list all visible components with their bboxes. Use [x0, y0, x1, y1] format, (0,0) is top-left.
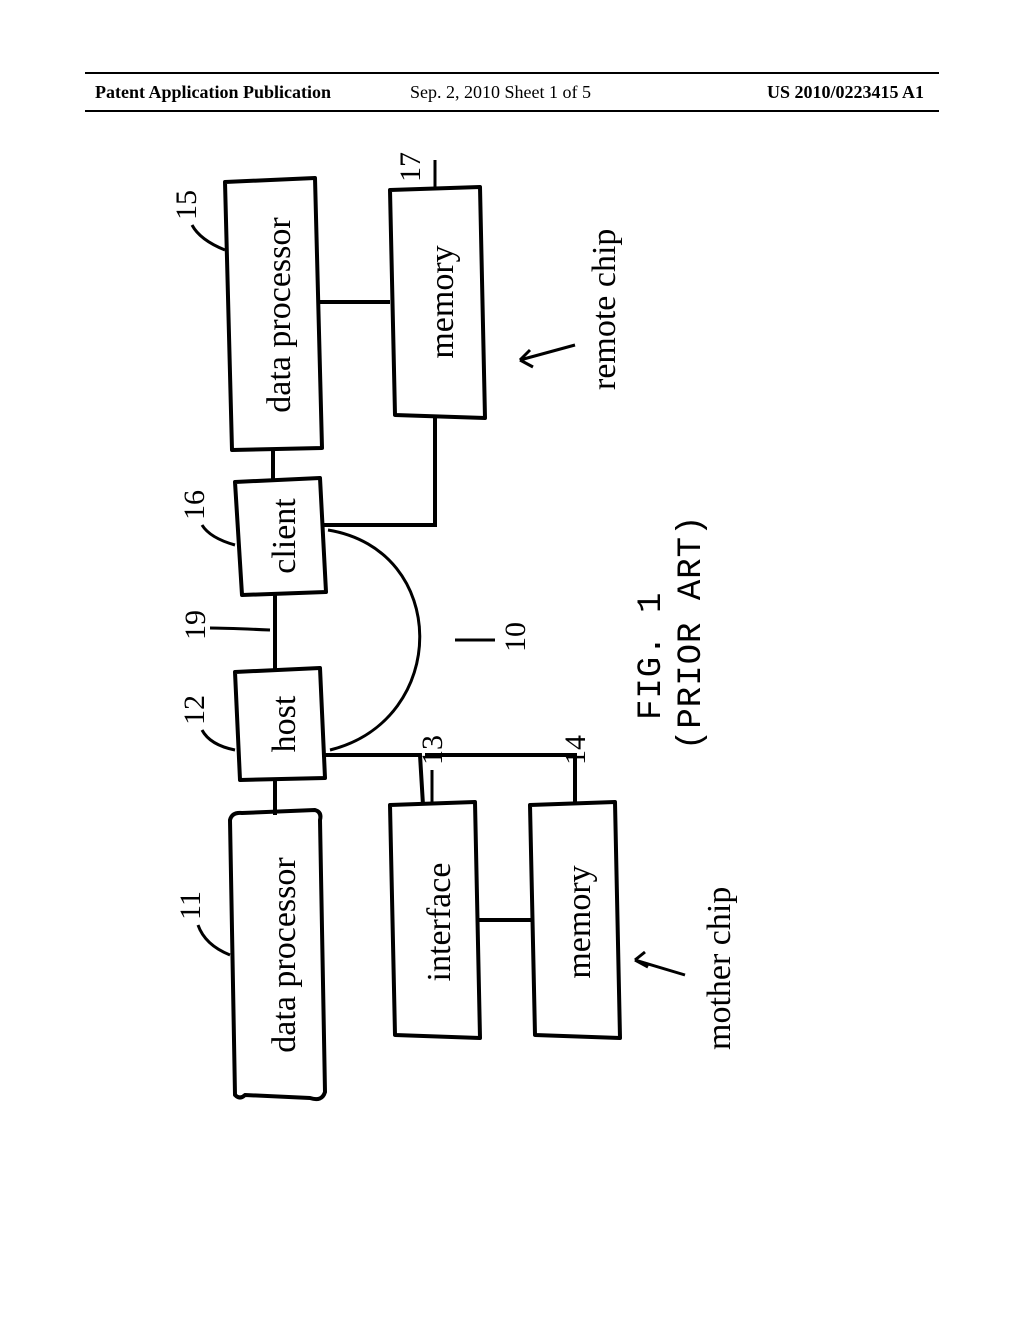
label-mother-chip: mother chip	[701, 887, 738, 1050]
block-data-processor-right: data processor	[225, 178, 322, 450]
header-right: US 2010/0223415 A1	[767, 82, 924, 103]
ref-13: 13	[416, 735, 449, 765]
ref-11: 11	[174, 891, 207, 920]
ref-14: 14	[559, 735, 592, 765]
block-interface: interface	[390, 802, 480, 1038]
label-interface: interface	[421, 863, 458, 982]
ref-19: 19	[179, 610, 212, 640]
label-client: client	[266, 498, 303, 574]
block-host: host	[235, 668, 325, 780]
label-host: host	[266, 695, 303, 752]
figure-1: data processor host interface memory	[170, 150, 870, 1150]
label-data-processor-left: data processor	[266, 857, 303, 1053]
ref-15: 15	[170, 190, 203, 220]
block-data-processor-left: data processor	[230, 810, 325, 1099]
ref-10: 10	[499, 622, 532, 652]
label-memory-right: memory	[424, 245, 461, 358]
block-memory-left: memory	[530, 802, 620, 1038]
header-left: Patent Application Publication	[95, 82, 331, 103]
figure-caption-line2: (PRIOR ART)	[673, 515, 711, 750]
ref-12: 12	[178, 695, 211, 725]
block-memory-right: memory	[390, 187, 485, 418]
header-rule-bottom	[85, 110, 939, 112]
page: Patent Application Publication Sep. 2, 2…	[0, 0, 1024, 1320]
label-remote-chip: remote chip	[586, 229, 623, 390]
figure-caption-line1: FIG. 1	[633, 592, 671, 720]
header-rule-top	[85, 72, 939, 74]
header-center: Sep. 2, 2010 Sheet 1 of 5	[410, 82, 591, 103]
block-client: client	[235, 478, 326, 595]
ref-16: 16	[178, 490, 211, 520]
label-data-processor-right: data processor	[261, 217, 298, 413]
label-memory-left: memory	[561, 865, 598, 978]
page-header: Patent Application Publication Sep. 2, 2…	[0, 82, 1024, 112]
ref-17: 17	[394, 152, 427, 182]
